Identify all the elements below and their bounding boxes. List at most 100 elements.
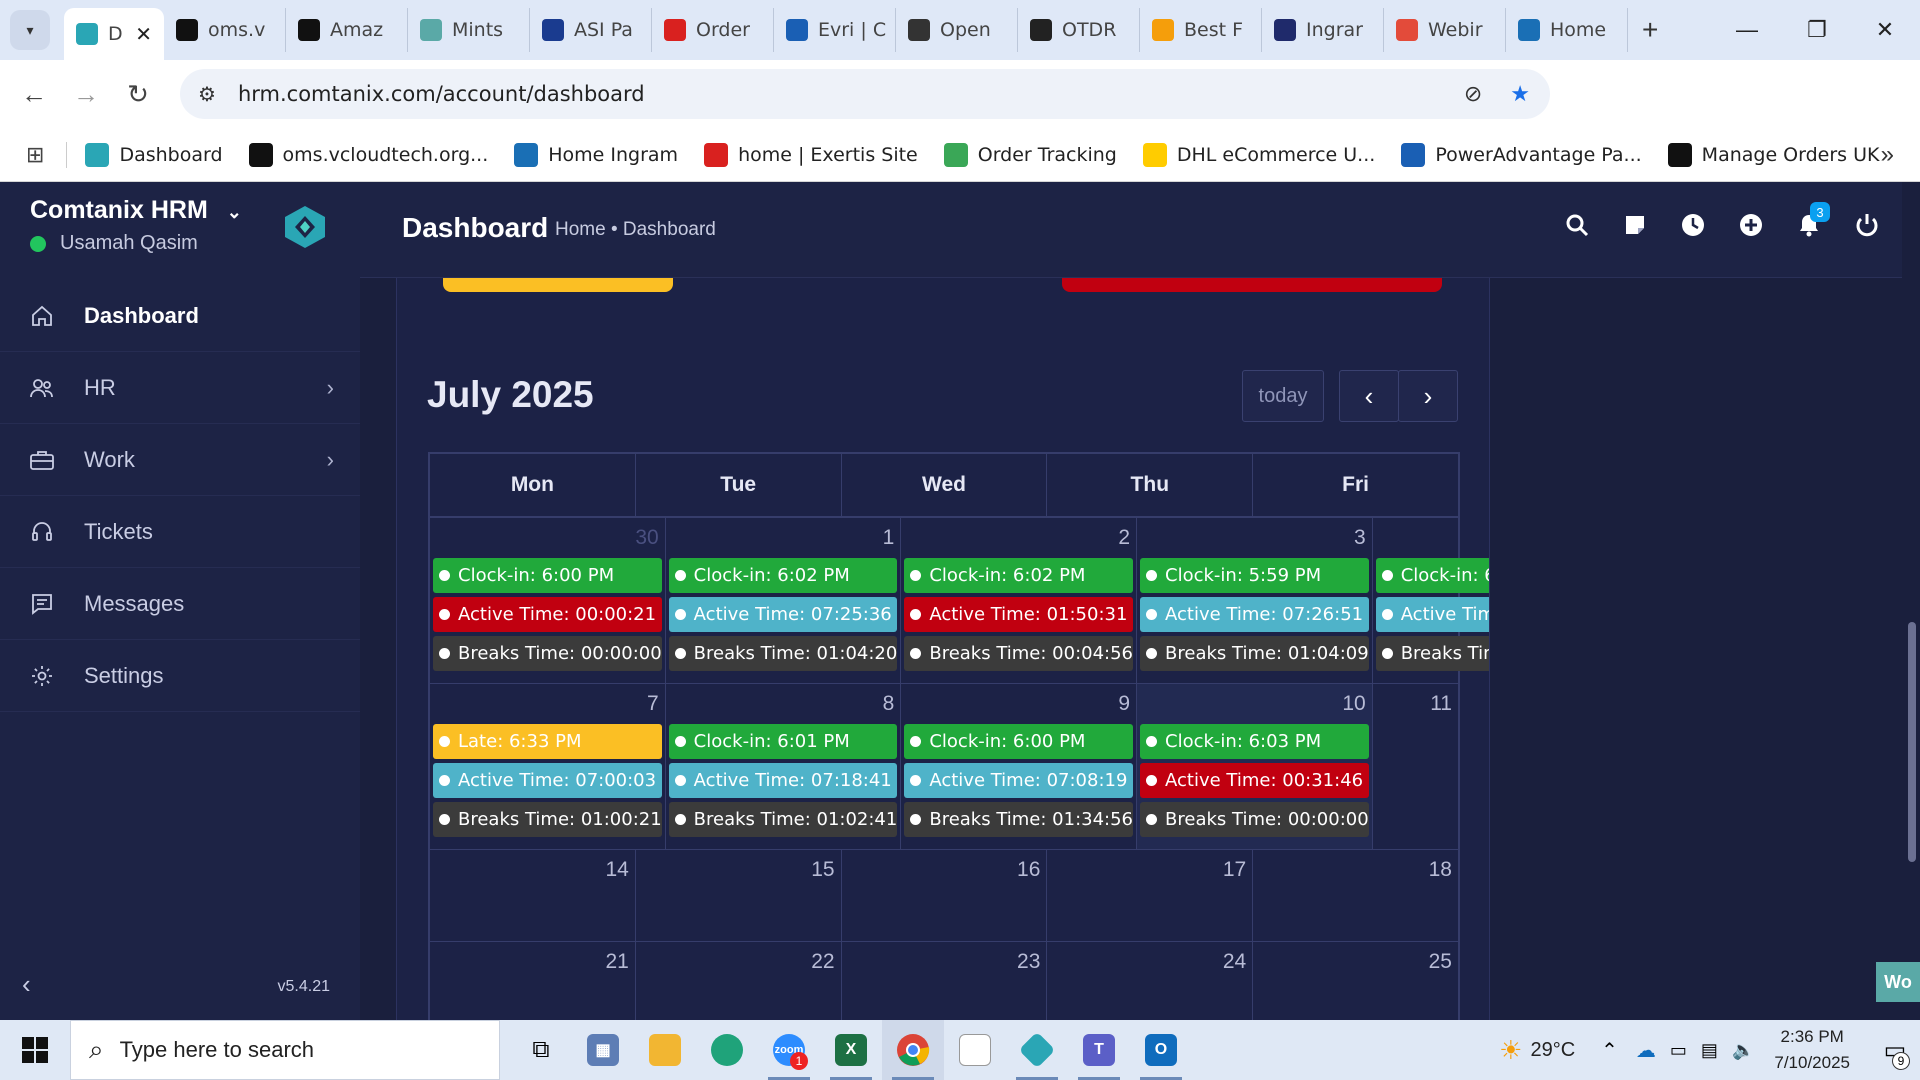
browser-tab[interactable]: OTDR — [1018, 8, 1140, 52]
calendar-event[interactable]: Active Time: 07:00:03 — [433, 763, 662, 798]
calendar-event[interactable]: Active Time: 00:31:46 — [1140, 763, 1369, 798]
calendar-event[interactable]: Clock-in: 6:02 PM — [1375, 558, 1489, 593]
chrome-app[interactable] — [882, 1020, 944, 1080]
calendar-day-cell[interactable]: 10 Clock-in: 6:03 PM Active Time: 00:31:46… — [1137, 684, 1373, 849]
power-icon[interactable] — [1854, 212, 1880, 238]
taskbar-search[interactable]: ⌕ Type here to search — [70, 1020, 500, 1080]
browser-tab[interactable]: Best F — [1140, 8, 1262, 52]
file-explorer-app[interactable] — [634, 1020, 696, 1080]
calendar-day-cell[interactable]: 22 — [636, 942, 842, 1020]
calendar-event[interactable]: Breaks Time: 00:00:00 — [1140, 802, 1369, 837]
day-number[interactable]: 7 — [647, 692, 659, 716]
bookmark-item[interactable]: home | Exertis Site — [704, 142, 918, 167]
start-button[interactable] — [0, 1020, 70, 1080]
browser-tab[interactable]: Mints — [408, 8, 530, 52]
notification-center-button[interactable]: ▭ 9 — [1870, 1020, 1920, 1080]
calendar-event[interactable]: Breaks Time: 00:52:00 — [1375, 636, 1489, 671]
task-view-button[interactable]: ⧉ — [510, 1020, 572, 1080]
search-icon[interactable] — [1564, 212, 1590, 238]
notes-icon[interactable] — [1622, 212, 1648, 238]
page-scrollbar[interactable] — [1902, 182, 1920, 1020]
site-info-icon[interactable]: ⚙ — [198, 82, 216, 107]
day-number[interactable]: 16 — [1017, 858, 1040, 882]
calendar-day-cell[interactable]: 8 Clock-in: 6:01 PM Active Time: 07:18:41 B… — [666, 684, 902, 849]
calendar-event[interactable]: Breaks Time: 01:02:41 — [668, 802, 898, 837]
calendar-event[interactable]: Clock-in: 6:02 PM — [904, 558, 1134, 593]
day-number[interactable]: 25 — [1429, 950, 1452, 974]
brand-switcher[interactable]: Comtanix HRM ⌄ — [30, 196, 242, 225]
calendar-event[interactable]: Clock-in: 6:03 PM — [1140, 724, 1369, 759]
teams-app[interactable]: T — [1068, 1020, 1130, 1080]
outlook-app[interactable]: O — [1130, 1020, 1192, 1080]
day-number[interactable]: 10 — [1342, 692, 1365, 716]
bookmark-item[interactable]: Manage Orders UK — [1667, 142, 1879, 167]
browser-tab[interactable]: Home — [1506, 8, 1628, 52]
calendar-day-cell[interactable]: 23 — [842, 942, 1048, 1020]
day-number[interactable]: 9 — [1118, 692, 1130, 716]
browser-tab[interactable]: Open — [896, 8, 1018, 52]
prev-month-button[interactable]: ‹ — [1339, 370, 1399, 422]
browser-tab[interactable]: Evri | C — [774, 8, 896, 52]
calendar-event[interactable]: Breaks Time: 01:34:56 — [904, 802, 1134, 837]
calendar-event[interactable]: Breaks Time: 00:00:00 — [433, 636, 662, 671]
day-number[interactable]: 11 — [1430, 692, 1452, 716]
calendar-event[interactable]: Clock-in: 6:00 PM — [433, 558, 662, 593]
next-month-button[interactable]: › — [1398, 370, 1458, 422]
calendar-event[interactable]: Active Time: 01:50:31 — [904, 597, 1134, 632]
browser-tab[interactable]: oms.v — [164, 8, 286, 52]
bookmark-item[interactable]: oms.vcloudtech.org... — [248, 142, 488, 167]
day-number[interactable]: 8 — [883, 692, 895, 716]
bookmark-item[interactable]: DHL eCommerce U... — [1142, 142, 1375, 167]
collapse-sidebar-icon[interactable]: ‹ — [22, 969, 31, 1000]
calendar-event[interactable]: Breaks Time: 01:00:21 — [433, 802, 662, 837]
bookmark-item[interactable]: PowerAdvantage Pa... — [1401, 142, 1642, 167]
bell-icon[interactable]: 3 — [1796, 202, 1830, 238]
notepad-app[interactable] — [944, 1020, 1006, 1080]
minimize-button[interactable]: — — [1712, 0, 1782, 60]
clock-icon[interactable] — [1680, 212, 1706, 238]
eye-off-icon[interactable]: ⊘ — [1464, 81, 1482, 107]
calendar-day-cell[interactable]: 11 — [1373, 684, 1458, 849]
bookmark-item[interactable]: Dashboard — [85, 142, 223, 167]
restore-button[interactable]: ❐ — [1782, 0, 1852, 60]
browser-tab[interactable]: ASI Pa — [530, 8, 652, 52]
add-circle-icon[interactable] — [1738, 212, 1764, 238]
comtanix-app[interactable] — [1006, 1020, 1068, 1080]
close-tab-icon[interactable]: ✕ — [135, 22, 152, 46]
calendar-day-cell[interactable]: 21 — [430, 942, 636, 1020]
today-button[interactable]: today — [1242, 370, 1324, 422]
browser-tab[interactable]: Order — [652, 8, 774, 52]
browser-tab[interactable]: Ingrar — [1262, 8, 1384, 52]
chevron-up-icon[interactable]: ⌃ — [1601, 1038, 1618, 1063]
calendar-event[interactable]: Active Time: 07:26:51 — [1140, 597, 1369, 632]
day-number[interactable]: 2 — [1118, 526, 1130, 550]
tab-search-button[interactable]: ▾ — [10, 10, 50, 50]
sidebar-item-tickets[interactable]: Tickets — [0, 496, 360, 568]
day-number[interactable]: 24 — [1223, 950, 1246, 974]
side-widget-tab[interactable]: Wo — [1876, 962, 1920, 1002]
day-number[interactable]: 3 — [1354, 526, 1366, 550]
calendar-event[interactable]: Breaks Time: 00:04:56 — [904, 636, 1134, 671]
new-tab-button[interactable]: + — [1642, 14, 1658, 46]
weather-icon[interactable]: ☀ — [1499, 1035, 1522, 1066]
calendar-day-cell[interactable]: 4Clock-in: 6:02 PMActive Time: 07:38:26B… — [1373, 518, 1489, 683]
calendar-day-cell[interactable]: 2 Clock-in: 6:02 PM Active Time: 01:50:31 B… — [901, 518, 1138, 683]
excel-app[interactable]: X — [820, 1020, 882, 1080]
address-bar[interactable]: ⚙ hrm.comtanix.com/account/dashboard ⊘ ★ — [180, 69, 1550, 119]
day-number[interactable]: 23 — [1017, 950, 1040, 974]
calendar-day-cell[interactable]: 24 — [1047, 942, 1254, 1020]
calendar-day-cell[interactable]: 7 Late: 6:33 PM Active Time: 07:00:03 Break… — [430, 684, 666, 849]
network-icon[interactable]: ▤ — [1701, 1040, 1718, 1061]
back-button[interactable]: ← — [8, 68, 60, 120]
calendar-day-cell[interactable]: 25 — [1253, 942, 1458, 1020]
battery-icon[interactable]: ▭ — [1670, 1040, 1687, 1061]
calendar-event[interactable]: Clock-in: 6:00 PM — [904, 724, 1134, 759]
calendar-day-cell[interactable]: 17 — [1047, 850, 1254, 941]
reload-button[interactable]: ↻ — [112, 68, 164, 120]
zoom-app[interactable]: zoom 1 — [758, 1020, 820, 1080]
calendar-day-cell[interactable]: 30 Clock-in: 6:00 PM Active Time: 00:00:21… — [430, 518, 666, 683]
day-number[interactable]: 30 — [635, 526, 658, 550]
weather-temp[interactable]: 29°C — [1530, 1039, 1575, 1062]
scrollbar-thumb[interactable] — [1908, 622, 1916, 862]
browser-tab[interactable]: Amaz — [286, 8, 408, 52]
